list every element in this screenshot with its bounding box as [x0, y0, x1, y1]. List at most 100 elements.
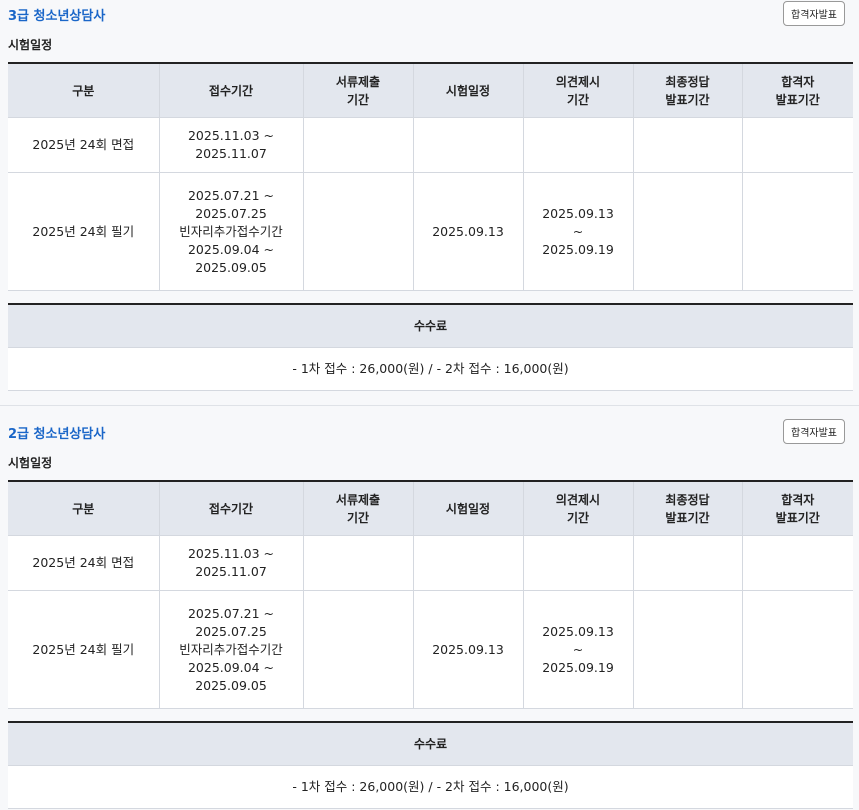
column-header-line: 발표기간	[665, 92, 710, 107]
pass-announcement-period-cell	[742, 535, 853, 591]
fee-header-row: 수수료	[8, 304, 853, 348]
column-header: 의견제시기간	[523, 63, 634, 118]
column-header: 합격자발표기간	[742, 63, 853, 118]
final-answer-period-cell	[633, 172, 743, 291]
column-header-line: 기간	[566, 510, 590, 525]
schedule-table: 구분 접수기간 서류제출 기간 시험일정 의견제시 기간 최종정답 발표기간 합격자 발표기간 202…	[8, 480, 853, 709]
reception-period-line: 2025.09.04 ~	[187, 659, 275, 675]
pass-announcement-period-cell	[742, 172, 853, 291]
reception-period-line: 빈자리추가접수기간	[179, 641, 283, 657]
schedule-label: 시험일정	[8, 38, 53, 52]
column-header-line: 접수기간	[208, 83, 254, 98]
pass-announcement-button[interactable]: 합격자발표	[783, 419, 845, 444]
exam-type-cell: 2025년 24회 필기	[8, 172, 160, 291]
opinion-period-line: ~	[572, 223, 584, 239]
table-header-row: 구분 접수기간 서류제출 기간 시험일정 의견제시 기간 최종정답 발표기간 합격자 발표기간	[8, 63, 853, 118]
opinion-period-line: 2025.09.19	[542, 659, 614, 675]
opinion-period-cell: 2025.09.13 ~2025.09.19	[523, 172, 634, 291]
table-row: 2025년 24회 면접 2025.11.03 ~ 2025.11.07	[8, 117, 853, 173]
column-header-line: 의견제시	[555, 74, 601, 89]
pass-announcement-period-cell	[742, 590, 853, 709]
exam-type-cell: 2025년 24회 면접	[8, 117, 160, 173]
reception-period-line: 빈자리추가접수기간	[179, 223, 283, 239]
column-header: 접수기간	[159, 481, 304, 536]
table-header-row: 구분 접수기간 서류제출 기간 시험일정 의견제시 기간 최종정답 발표기간 합격자 발표기간	[8, 481, 853, 536]
reception-period-line: 2025.07.21 ~	[187, 605, 275, 621]
reception-period-line: 2025.09.04 ~	[187, 241, 275, 257]
column-header: 서류제출기간	[303, 481, 414, 536]
column-header-line: 기간	[346, 510, 370, 525]
fee-text: - 1차 접수 : 26,000(원) / - 2차 접수 : 16,000(원…	[8, 765, 853, 809]
final-answer-period-cell	[633, 535, 743, 591]
column-header-line: 발표기간	[775, 510, 820, 525]
column-header: 의견제시기간	[523, 481, 634, 536]
column-header-line: 발표기간	[775, 92, 820, 107]
column-header-line: 합격자	[781, 74, 815, 89]
column-header-line: 기간	[346, 92, 370, 107]
document-period-cell	[303, 172, 414, 291]
schedule-label: 시험일정	[8, 456, 53, 470]
column-header-line: 서류제출	[335, 492, 381, 507]
reception-period-line: 2025.07.25	[195, 623, 267, 639]
document-period-cell	[303, 590, 414, 709]
column-header-line: 기간	[566, 92, 590, 107]
exam-type-cell: 2025년 24회 필기	[8, 590, 160, 709]
final-answer-period-cell	[633, 117, 743, 173]
reception-period-cell: 2025.07.21 ~ 2025.07.25 빈자리추가접수기간 2025.09.0…	[159, 590, 304, 709]
exam-date-cell	[413, 117, 524, 173]
fee-text: - 1차 접수 : 26,000(원) / - 2차 접수 : 16,000(원…	[8, 347, 853, 391]
opinion-period-cell: 2025.09.13 ~2025.09.19	[523, 590, 634, 709]
table-row: 2025년 24회 필기 2025.07.21 ~ 2025.07.25 빈자리추가접…	[8, 172, 853, 291]
fee-row: - 1차 접수 : 26,000(원) / - 2차 접수 : 16,000(원…	[8, 347, 853, 391]
opinion-period-cell	[523, 535, 634, 591]
section-title: 2급 청소년상담사	[8, 427, 106, 442]
column-header: 시험일정	[413, 481, 524, 536]
column-header-line: 구분	[72, 501, 95, 516]
opinion-period-line: ~	[572, 641, 584, 657]
pass-announcement-period-cell	[742, 117, 853, 173]
fee-header: 수수료	[8, 722, 853, 766]
reception-period-line: 2025.11.07	[195, 564, 267, 579]
column-header-line: 시험일정	[445, 501, 491, 516]
column-header: 최종정답 발표기간	[633, 481, 743, 536]
section-title: 3급 청소년상담사	[8, 9, 106, 24]
final-answer-period-cell	[633, 590, 743, 709]
reception-period-line: 2025.07.21 ~	[187, 187, 275, 203]
opinion-period-line: 2025.09.13	[542, 623, 614, 639]
column-header: 합격자발표기간	[742, 481, 853, 536]
fee-row: - 1차 접수 : 26,000(원) / - 2차 접수 : 16,000(원…	[8, 765, 853, 809]
section-divider	[0, 405, 859, 406]
reception-period-line: 2025.11.07	[195, 146, 267, 161]
column-header-line: 합격자	[781, 492, 815, 507]
reception-period-line: 2025.11.03 ~	[187, 128, 275, 143]
pass-announcement-button[interactable]: 합격자발표	[783, 1, 845, 26]
document-period-cell	[303, 117, 414, 173]
reception-period-line: 2025.09.05	[195, 259, 267, 275]
table-row: 2025년 24회 필기 2025.07.21 ~ 2025.07.25 빈자리추가접…	[8, 590, 853, 709]
exam-section: 3급 청소년상담사 합격자발표 시험일정 구분 접수기간 서류제출 기간 시험일정 의견제시 기간…	[0, 0, 859, 391]
column-header-line: 최종정답	[665, 74, 710, 89]
column-header-line: 의견제시	[555, 492, 601, 507]
column-header-line: 최종정답	[665, 492, 710, 507]
exam-schedule-page: 3급 청소년상담사 합격자발표 시험일정 구분 접수기간 서류제출 기간 시험일정 의견제시 기간…	[0, 0, 859, 809]
opinion-period-line: 2025.09.19	[542, 241, 614, 257]
exam-type-cell: 2025년 24회 면접	[8, 535, 160, 591]
exam-date-cell	[413, 535, 524, 591]
column-header: 구분	[8, 63, 160, 118]
reception-period-line: 2025.07.25	[195, 205, 267, 221]
exam-section: 2급 청소년상담사 합격자발표 시험일정 구분 접수기간 서류제출 기간 시험일정 의견제시 기간…	[0, 418, 859, 809]
column-header-line: 구분	[72, 83, 95, 98]
column-header: 서류제출 기간	[303, 63, 414, 118]
reception-period-cell: 2025.11.03 ~ 2025.11.07	[159, 117, 304, 173]
column-header: 최종정답발표기간	[633, 63, 743, 118]
column-header-line: 시험일정	[445, 83, 491, 98]
column-header: 구분	[8, 481, 160, 536]
schedule-table: 구분 접수기간 서류제출 기간 시험일정 의견제시 기간 최종정답 발표기간 합격자 발표기간 202…	[8, 62, 853, 291]
table-row: 2025년 24회 면접 2025.11.03 ~ 2025.11.07	[8, 535, 853, 591]
reception-period-cell: 2025.11.03 ~ 2025.11.07	[159, 535, 304, 591]
document-period-cell	[303, 535, 414, 591]
reception-period-cell: 2025.07.21 ~ 2025.07.25 빈자리추가접수기간 2025.09.0…	[159, 172, 304, 291]
fee-header-row: 수수료	[8, 722, 853, 766]
section-header: 3급 청소년상담사 합격자발표	[8, 0, 851, 36]
column-header-line: 접수기간	[208, 501, 254, 516]
